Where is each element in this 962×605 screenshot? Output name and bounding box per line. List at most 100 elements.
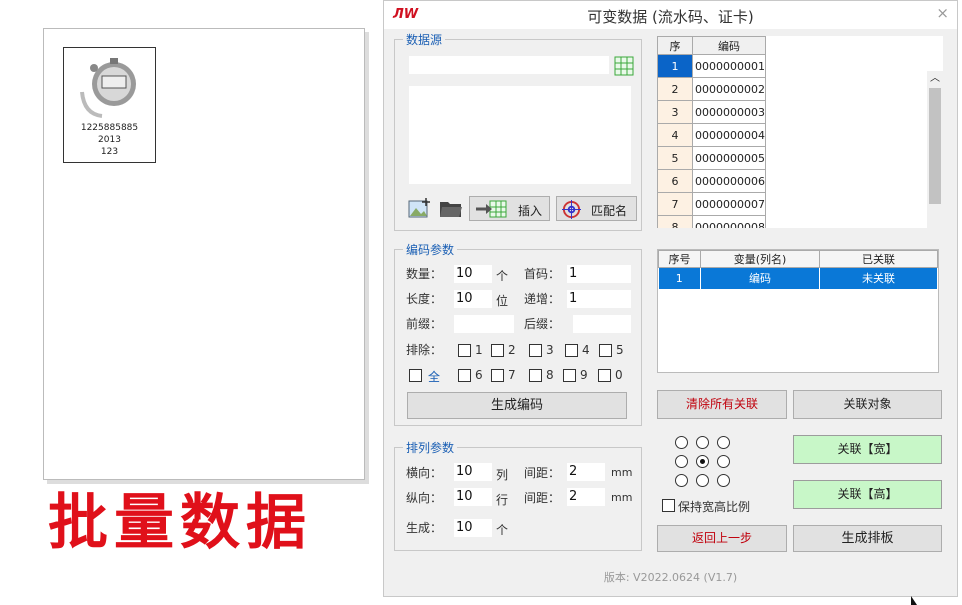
match-name-label: 匹配名 xyxy=(591,204,628,218)
hgap-input[interactable]: 2 xyxy=(567,463,605,481)
datasource-path-input[interactable] xyxy=(409,56,609,74)
link-grid[interactable]: 序号 变量(列名) 已关联 1 编码 未关联 xyxy=(657,249,939,373)
table-row[interactable]: 2 0000000002 xyxy=(657,77,766,101)
datasource-legend: 数据源 xyxy=(406,33,443,47)
row-number: 3 xyxy=(657,100,693,124)
target-icon xyxy=(562,200,581,219)
generate-count-input[interactable]: 10 xyxy=(454,519,492,537)
exclude-0-checkbox[interactable] xyxy=(598,369,611,382)
suffix-input[interactable] xyxy=(573,315,631,333)
link-header-linked: 已关联 xyxy=(819,250,938,268)
anchor-center-radio[interactable] xyxy=(696,455,709,468)
match-name-button[interactable]: 匹配名 xyxy=(556,196,637,221)
table-row[interactable]: 5 0000000005 xyxy=(657,146,766,170)
row-number: 6 xyxy=(657,169,693,193)
anchor-bottom-right-radio[interactable] xyxy=(717,474,730,487)
link-row-number: 1 xyxy=(658,267,701,289)
row-number: 5 xyxy=(657,146,693,170)
anchor-bottom-left-radio[interactable] xyxy=(675,474,688,487)
table-row[interactable]: 7 0000000007 xyxy=(657,192,766,216)
row-code: 0000000005 xyxy=(692,146,766,170)
anchor-top-left-radio[interactable] xyxy=(675,436,688,449)
scrollbar-thumb[interactable] xyxy=(929,88,941,204)
close-icon[interactable]: × xyxy=(936,4,949,22)
exclude-1-label: 1 xyxy=(475,343,483,357)
row-number: 4 xyxy=(657,123,693,147)
anchor-middle-left-radio[interactable] xyxy=(675,455,688,468)
link-width-button[interactable]: 关联【宽】 xyxy=(793,435,942,464)
exclude-7-label: 7 xyxy=(508,368,516,382)
row-code: 0000000008 xyxy=(692,215,766,228)
insert-arrow-icon xyxy=(476,200,507,218)
table-row[interactable]: 3 0000000003 xyxy=(657,100,766,124)
exclude-9-checkbox[interactable] xyxy=(563,369,576,382)
code-grid-scrollbar[interactable]: ︿ ﹀ xyxy=(927,71,943,228)
title-bar: ЛW 可变数据 (流水码、证卡) × xyxy=(384,1,957,29)
link-header-no: 序号 xyxy=(658,250,701,268)
step-input[interactable]: 1 xyxy=(567,290,631,308)
insert-image-icon[interactable] xyxy=(408,197,432,219)
vertical-unit: 行 xyxy=(496,493,509,507)
anchor-top-center-radio[interactable] xyxy=(696,436,709,449)
table-row[interactable]: 6 0000000006 xyxy=(657,169,766,193)
variable-data-dialog: ЛW 可变数据 (流水码、证卡) × 数据源 插入 匹配名 编码参数 数量： 1… xyxy=(383,0,958,597)
link-row-linked: 未关联 xyxy=(819,267,938,289)
exclude-4-checkbox[interactable] xyxy=(565,344,578,357)
length-input[interactable]: 10 xyxy=(454,290,492,308)
prefix-input[interactable] xyxy=(454,315,514,333)
exclude-2-checkbox[interactable] xyxy=(491,344,504,357)
table-row[interactable]: 1 编码 未关联 xyxy=(658,267,938,289)
count-label: 数量： xyxy=(406,267,443,281)
exclude-label: 排除： xyxy=(406,343,443,357)
clear-all-links-button[interactable]: 清除所有关联 xyxy=(657,390,787,419)
exclude-7-checkbox[interactable] xyxy=(491,369,504,382)
row-number: 7 xyxy=(657,192,693,216)
batch-data-title: 批量数据 xyxy=(48,488,312,558)
table-row[interactable]: 4 0000000004 xyxy=(657,123,766,147)
table-row[interactable]: 8 0000000008 xyxy=(657,215,766,228)
first-code-input[interactable]: 1 xyxy=(567,265,631,283)
anchor-middle-right-radio[interactable] xyxy=(717,455,730,468)
keep-ratio-label: 保持宽高比例 xyxy=(678,500,751,514)
exclude-6-checkbox[interactable] xyxy=(458,369,471,382)
card-line-2: 2013 xyxy=(98,135,121,145)
link-header-var: 变量(列名) xyxy=(700,250,820,268)
insert-button[interactable]: 插入 xyxy=(469,196,550,221)
scroll-up-icon[interactable]: ︿ xyxy=(927,71,943,87)
horizontal-input[interactable]: 10 xyxy=(454,463,492,481)
row-code: 0000000006 xyxy=(692,169,766,193)
exclude-0-label: 0 xyxy=(615,368,623,382)
link-row-var: 编码 xyxy=(700,267,820,289)
exclude-all-checkbox[interactable] xyxy=(409,369,422,382)
exclude-8-checkbox[interactable] xyxy=(529,369,542,382)
open-folder-icon[interactable] xyxy=(439,198,463,218)
generate-layout-button[interactable]: 生成排板 xyxy=(793,525,942,552)
anchor-bottom-center-radio[interactable] xyxy=(696,474,709,487)
code-grid[interactable]: 序 编码 1 0000000001 2 0000000002 3 0000000003… xyxy=(657,36,943,228)
exclude-3-checkbox[interactable] xyxy=(529,344,542,357)
exclude-5-checkbox[interactable] xyxy=(599,344,612,357)
count-input[interactable]: 10 xyxy=(454,265,492,283)
horizontal-unit: 列 xyxy=(496,468,509,482)
back-button[interactable]: 返回上一步 xyxy=(657,525,787,552)
datasource-list[interactable] xyxy=(409,86,631,184)
table-grid-icon[interactable] xyxy=(614,56,634,76)
link-height-button[interactable]: 关联【高】 xyxy=(793,480,942,509)
generate-code-button[interactable]: 生成编码 xyxy=(407,392,627,419)
suffix-label: 后缀： xyxy=(524,317,561,331)
code-params-legend: 编码参数 xyxy=(406,243,455,257)
version-text: 版本: V2022.0624 (V1.7) xyxy=(603,571,738,584)
grid-header-code: 编码 xyxy=(692,36,766,55)
table-row[interactable]: 1 0000000001 xyxy=(657,54,766,78)
keep-ratio-checkbox[interactable] xyxy=(662,499,675,512)
link-object-button[interactable]: 关联对象 xyxy=(793,390,942,419)
dialog-title: 可变数据 (流水码、证卡) xyxy=(587,8,754,26)
exclude-1-checkbox[interactable] xyxy=(458,344,471,357)
grid-header-no: 序 xyxy=(657,36,693,55)
anchor-top-right-radio[interactable] xyxy=(717,436,730,449)
exclude-2-label: 2 xyxy=(508,343,516,357)
exclude-9-label: 9 xyxy=(580,368,588,382)
vgap-input[interactable]: 2 xyxy=(567,488,605,506)
exclude-all-label: 全 xyxy=(428,370,441,384)
vertical-input[interactable]: 10 xyxy=(454,488,492,506)
